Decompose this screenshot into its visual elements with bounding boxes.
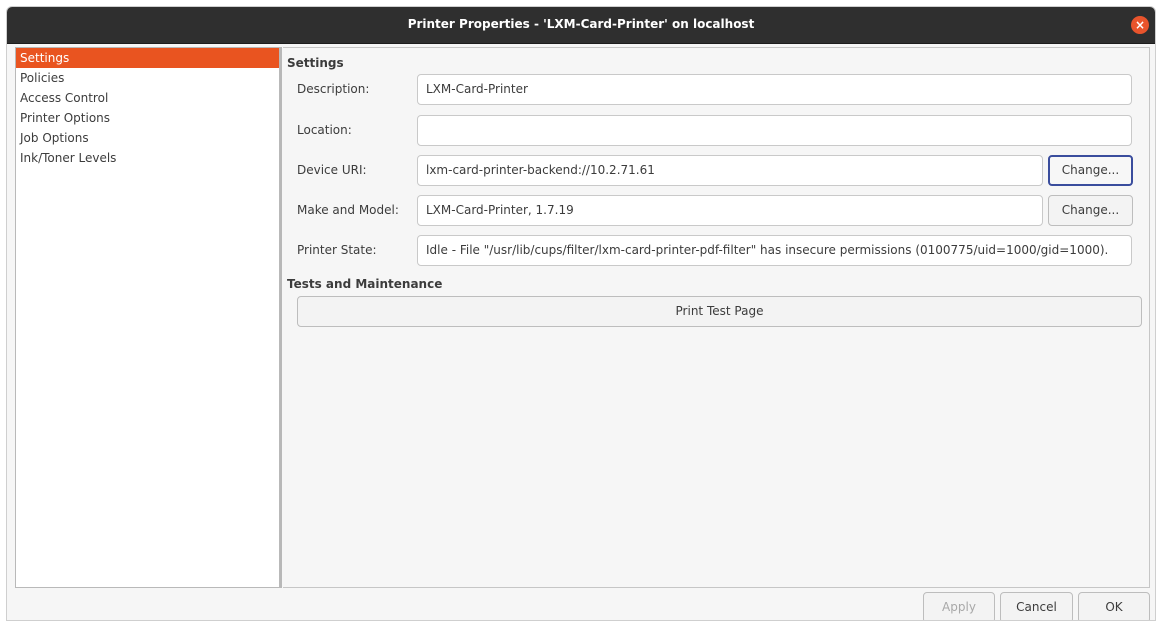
pane-splitter[interactable] (280, 47, 282, 588)
settings-pane: Settings Description: LXM-Card-Printer L… (283, 47, 1150, 588)
description-label: Description: (297, 82, 370, 96)
ok-button[interactable]: OK (1078, 592, 1150, 620)
cancel-button[interactable]: Cancel (1000, 592, 1073, 620)
make-model-change-button[interactable]: Change... (1048, 195, 1133, 226)
window-title: Printer Properties - 'LXM-Card-Printer' … (407, 17, 755, 31)
settings-header: Settings (287, 56, 344, 70)
sidebar-item-printer-options[interactable]: Printer Options (16, 108, 279, 128)
location-field[interactable] (417, 115, 1132, 146)
apply-button[interactable]: Apply (923, 592, 995, 620)
device-uri-label: Device URI: (297, 163, 367, 177)
sidebar-item-ink-toner-levels[interactable]: Ink/Toner Levels (16, 148, 279, 168)
sidebar-item-policies[interactable]: Policies (16, 68, 279, 88)
tests-maintenance-header: Tests and Maintenance (287, 277, 443, 291)
printer-state-label: Printer State: (297, 243, 377, 257)
device-uri-change-button[interactable]: Change... (1048, 155, 1133, 186)
printer-state-field[interactable]: Idle - File "/usr/lib/cups/filter/lxm-ca… (417, 235, 1132, 266)
title-bar[interactable]: Printer Properties - 'LXM-Card-Printer' … (7, 7, 1155, 44)
print-test-page-button[interactable]: Print Test Page (297, 296, 1142, 327)
sidebar-item-access-control[interactable]: Access Control (16, 88, 279, 108)
sidebar-item-settings[interactable]: Settings (16, 48, 279, 68)
location-label: Location: (297, 123, 352, 137)
printer-properties-window: Printer Properties - 'LXM-Card-Printer' … (6, 6, 1156, 621)
close-icon[interactable]: × (1131, 16, 1149, 34)
description-field[interactable]: LXM-Card-Printer (417, 74, 1132, 105)
dialog-footer: Apply Cancel OK (7, 589, 1155, 620)
sidebar: Settings Policies Access Control Printer… (15, 47, 280, 588)
make-model-field[interactable]: LXM-Card-Printer, 1.7.19 (417, 195, 1043, 226)
sidebar-item-job-options[interactable]: Job Options (16, 128, 279, 148)
device-uri-field[interactable]: lxm-card-printer-backend://10.2.71.61 (417, 155, 1043, 186)
make-model-label: Make and Model: (297, 203, 399, 217)
